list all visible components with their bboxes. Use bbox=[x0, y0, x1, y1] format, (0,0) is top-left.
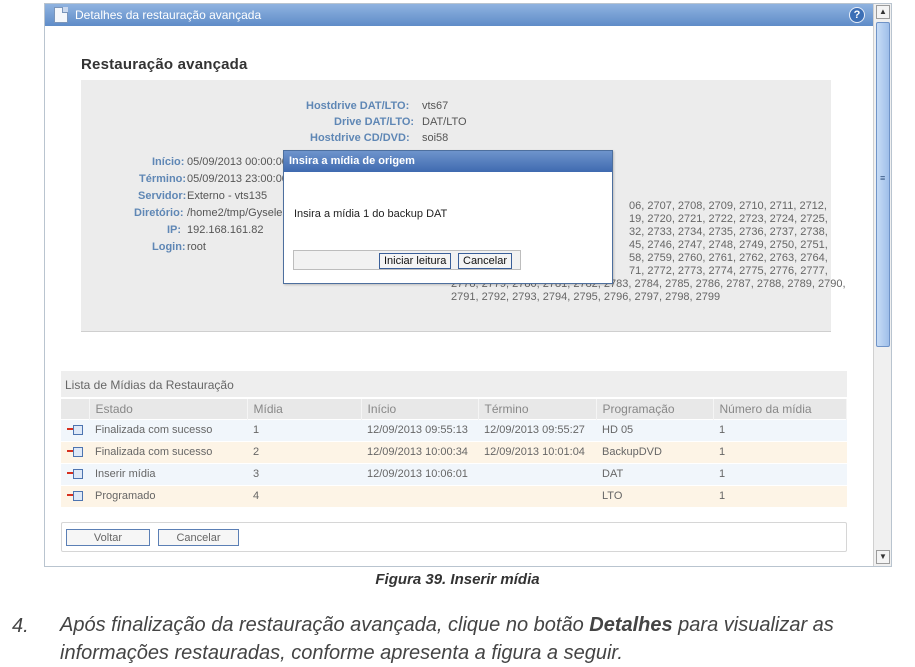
table-row[interactable]: Finalizada com sucesso 1 12/09/2013 09:5… bbox=[61, 418, 847, 441]
column-header-inicio[interactable]: Início bbox=[361, 399, 479, 419]
scroll-up-arrow-icon[interactable]: ▲ bbox=[876, 5, 890, 19]
number-line: 2791, 2792, 2793, 2794, 2795, 2796, 2797… bbox=[451, 291, 721, 303]
row-icon-cell[interactable] bbox=[61, 440, 89, 463]
insert-media-dialog: Insira a mídia de origem Insira a mídia … bbox=[283, 150, 613, 284]
section-title: Restauração avançada bbox=[81, 56, 248, 73]
table-header-row: Estado Mídia Início Término Programação … bbox=[61, 399, 847, 419]
termino-cell: 12/09/2013 10:01:04 bbox=[478, 440, 596, 463]
hostdrive-dat-value: vts67 bbox=[422, 100, 449, 112]
media-list-title: Lista de Mídias da Restauração bbox=[65, 378, 234, 392]
figure-caption: Figura 39. Inserir mídia bbox=[375, 571, 540, 588]
estado-cell: Finalizada com sucesso bbox=[89, 440, 247, 463]
start-reading-button[interactable]: Iniciar leitura bbox=[379, 253, 452, 269]
instruction-paragraph: Após finalização da restauração avançada… bbox=[60, 611, 910, 667]
hostdrive-dat-label: Hostdrive DAT/LTO: bbox=[306, 100, 410, 112]
grip-icon: ≡ bbox=[880, 173, 886, 183]
estado-cell: Programado bbox=[89, 484, 247, 507]
midia-cell: 1 bbox=[247, 418, 361, 441]
dialog-cancel-button[interactable]: Cancelar bbox=[458, 253, 513, 269]
inicio-cell: 12/09/2013 09:55:13 bbox=[361, 418, 478, 441]
help-icon[interactable]: ? bbox=[849, 7, 865, 23]
window-titlebar: Detalhes da restauração avançada ? bbox=[45, 4, 873, 26]
table-row[interactable]: Finalizada com sucesso 2 12/09/2013 10:0… bbox=[61, 440, 847, 463]
row-icon-cell[interactable] bbox=[61, 462, 89, 485]
row-icon-cell[interactable] bbox=[61, 418, 89, 441]
programacao-cell: BackupDVD bbox=[596, 440, 713, 463]
programacao-cell: HD 05 bbox=[596, 418, 713, 441]
drive-label: Drive DAT/LTO: bbox=[334, 116, 415, 128]
column-header-termino[interactable]: Término bbox=[478, 399, 597, 419]
column-header-programacao[interactable]: Programação bbox=[596, 399, 714, 419]
ip-value: 192.168.161.82 bbox=[187, 224, 264, 236]
termino-cell bbox=[478, 462, 596, 485]
restore-media-icon[interactable] bbox=[67, 468, 83, 479]
servidor-label: Servidor: bbox=[138, 190, 187, 202]
paragraph-bold-text: Detalhes bbox=[589, 614, 673, 636]
servidor-value: Externo - vts135 bbox=[187, 190, 268, 202]
media-list-header: Lista de Mídias da Restauração bbox=[61, 371, 847, 397]
midia-cell: 3 bbox=[247, 462, 361, 485]
restore-media-icon[interactable] bbox=[67, 490, 83, 501]
diretorio-value: /home2/tmp/Gysele bbox=[187, 207, 283, 219]
inicio-value: 05/09/2013 00:00:00 bbox=[187, 156, 288, 168]
estado-cell: Inserir mídia bbox=[89, 462, 247, 485]
hostdrive-cd-label: Hostdrive CD/DVD: bbox=[310, 132, 410, 144]
ip-label: IP: bbox=[167, 224, 182, 236]
paragraph-text: Após finalização da restauração avançada… bbox=[60, 614, 590, 636]
column-header-numero[interactable]: Número da mídia bbox=[713, 399, 847, 419]
login-label: Login: bbox=[152, 241, 186, 253]
midia-cell: 4 bbox=[247, 484, 361, 507]
inicio-label: Início: bbox=[152, 156, 185, 168]
back-button[interactable]: Voltar bbox=[66, 529, 150, 546]
window-title: Detalhes da restauração avançada bbox=[75, 8, 262, 22]
scroll-down-arrow-icon[interactable]: ▼ bbox=[876, 550, 890, 564]
column-header-estado[interactable]: Estado bbox=[89, 399, 248, 419]
hostdrive-cd-value: soi58 bbox=[422, 132, 449, 144]
midia-cell: 2 bbox=[247, 440, 361, 463]
numero-cell: 1 bbox=[713, 440, 847, 463]
dialog-title: Insira a mídia de origem bbox=[284, 151, 612, 172]
cancel-button[interactable]: Cancelar bbox=[158, 529, 239, 546]
termino-cell: 12/09/2013 09:55:27 bbox=[478, 418, 596, 441]
termino-label: Término: bbox=[139, 173, 187, 185]
step-number: 4. bbox=[12, 615, 29, 637]
row-icon-cell[interactable] bbox=[61, 484, 89, 507]
estado-cell: Finalizada com sucesso bbox=[89, 418, 247, 441]
diretorio-label: Diretório: bbox=[134, 207, 184, 219]
document-icon bbox=[54, 7, 68, 23]
programacao-cell: DAT bbox=[596, 462, 713, 485]
table-row[interactable]: Programado 4 LTO 1 bbox=[61, 484, 847, 507]
numero-cell: 1 bbox=[713, 462, 847, 485]
restore-media-icon[interactable] bbox=[67, 446, 83, 457]
inicio-cell: 12/09/2013 10:00:34 bbox=[361, 440, 478, 463]
screenshot-frame: Detalhes da restauração avançada ? ▲ ≡ ▼… bbox=[44, 3, 892, 567]
vertical-scrollbar[interactable]: ▲ ≡ ▼ bbox=[873, 4, 891, 566]
programacao-cell: LTO bbox=[596, 484, 713, 507]
dialog-button-bar: Iniciar leitura Cancelar bbox=[293, 250, 521, 270]
inicio-cell: 12/09/2013 10:06:01 bbox=[361, 462, 478, 485]
column-header-midia[interactable]: Mídia bbox=[247, 399, 362, 419]
termino-value: 05/09/2013 23:00:00 bbox=[187, 173, 288, 185]
dialog-message: Insira a mídia 1 do backup DAT bbox=[294, 208, 448, 220]
termino-cell bbox=[478, 484, 596, 507]
action-button-area: Voltar Cancelar bbox=[61, 522, 847, 552]
numero-cell: 1 bbox=[713, 418, 847, 441]
icon-column-header bbox=[61, 399, 90, 419]
scrollbar-thumb[interactable]: ≡ bbox=[876, 22, 890, 347]
table-row[interactable]: Inserir mídia 3 12/09/2013 10:06:01 DAT … bbox=[61, 462, 847, 485]
numero-cell: 1 bbox=[713, 484, 847, 507]
login-value: root bbox=[187, 241, 206, 253]
inicio-cell bbox=[361, 484, 478, 507]
drive-value: DAT/LTO bbox=[422, 116, 467, 128]
restore-media-icon[interactable] bbox=[67, 424, 83, 435]
media-table: Estado Mídia Início Término Programação … bbox=[61, 399, 847, 507]
